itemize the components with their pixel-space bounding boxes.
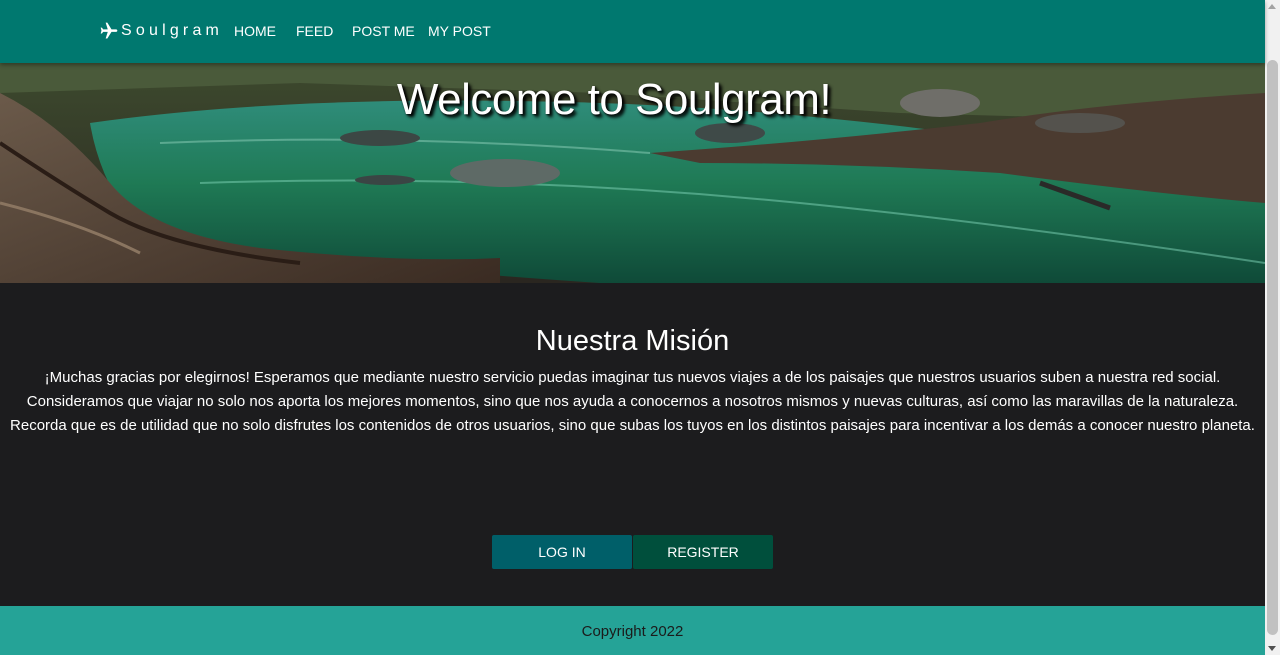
hero-banner: Welcome to Soulgram! [0,63,1265,283]
hero-title: Welcome to Soulgram! [396,75,832,124]
vertical-scrollbar[interactable] [1265,0,1280,655]
scroll-down-icon[interactable] [1268,646,1276,651]
mission-title: Nuestra Misión [535,325,730,357]
page: Soulgram HOME FEED POST ME MY POST Welco… [0,0,1265,655]
nav-feed[interactable]: FEED [296,23,333,39]
login-button[interactable]: LOG IN [492,535,632,569]
mission-text: ¡Muchas gracias por elegirnos! Esperamos… [10,369,1255,434]
airplane-icon [100,22,118,39]
copyright-text: Copyright 2022 [581,623,684,640]
nav-my-post[interactable]: MY POST [428,23,491,39]
scroll-up-icon[interactable] [1268,4,1276,9]
navbar: Soulgram HOME FEED POST ME MY POST [0,0,1265,63]
register-button[interactable]: REGISTER [633,535,773,569]
brand-link[interactable]: Soulgram [99,20,223,42]
scroll-thumb[interactable] [1267,60,1278,635]
brand-name: Soulgram [121,22,224,39]
nav-post-me[interactable]: POST ME [352,23,415,39]
footer: Copyright 2022 [0,606,1265,655]
nav-home[interactable]: HOME [234,23,276,39]
mission-section: Nuestra Misión ¡Muchas gracias por elegi… [0,283,1265,606]
